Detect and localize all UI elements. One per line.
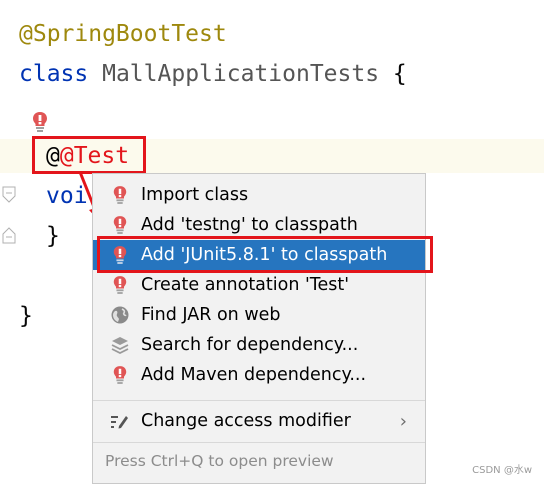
error-bulb-icon[interactable] bbox=[31, 111, 49, 133]
menu-footer-separator bbox=[93, 442, 425, 443]
class-name: MallApplicationTests bbox=[102, 61, 380, 87]
menu-item-label: Change access modifier bbox=[141, 411, 351, 431]
class-declaration: class MallApplicationTests { bbox=[19, 59, 407, 89]
menu-item-label: Add Maven dependency... bbox=[141, 365, 367, 385]
bulb-icon bbox=[109, 364, 131, 386]
layers-icon bbox=[109, 334, 131, 356]
bulb-icon bbox=[109, 274, 131, 296]
menu-item-create-annotation[interactable]: Create annotation 'Test' bbox=[93, 270, 425, 300]
menu-item-label: Import class bbox=[141, 185, 249, 205]
menu-item-label: Create annotation 'Test' bbox=[141, 275, 350, 295]
globe-icon bbox=[109, 304, 131, 326]
fold-end-marker-icon[interactable] bbox=[2, 226, 16, 244]
open-brace: { bbox=[392, 61, 407, 87]
class-keyword: class bbox=[19, 61, 89, 87]
menu-separator bbox=[93, 400, 425, 401]
bulb-icon bbox=[109, 214, 131, 236]
chevron-right-icon: › bbox=[399, 410, 407, 432]
watermark: CSDN @水w bbox=[472, 465, 532, 476]
intention-actions-popup: Import class Add 'testng' to classpath A… bbox=[92, 173, 426, 484]
fold-marker-icon[interactable] bbox=[2, 186, 16, 204]
menu-item-add-maven[interactable]: Add Maven dependency... bbox=[93, 360, 425, 390]
annotation-springboottest: @SpringBootTest bbox=[19, 21, 227, 47]
menu-item-change-access-modifier[interactable]: Change access modifier › bbox=[93, 406, 425, 436]
junit-item-highlight-box bbox=[97, 236, 433, 273]
menu-item-search-dependency[interactable]: Search for dependency... bbox=[93, 330, 425, 360]
menu-item-label: Search for dependency... bbox=[141, 335, 359, 355]
bulb-icon bbox=[109, 184, 131, 206]
menu-item-label: Add 'testng' to classpath bbox=[141, 215, 358, 235]
class-close-brace: } bbox=[19, 303, 33, 329]
menu-item-label: Find JAR on web bbox=[141, 305, 281, 325]
preview-hint: Press Ctrl+Q to open preview bbox=[105, 452, 334, 470]
edit-pencil-icon bbox=[109, 410, 131, 432]
method-close-brace: } bbox=[46, 223, 60, 249]
menu-item-import-class[interactable]: Import class bbox=[93, 180, 425, 210]
menu-item-find-jar[interactable]: Find JAR on web bbox=[93, 300, 425, 330]
